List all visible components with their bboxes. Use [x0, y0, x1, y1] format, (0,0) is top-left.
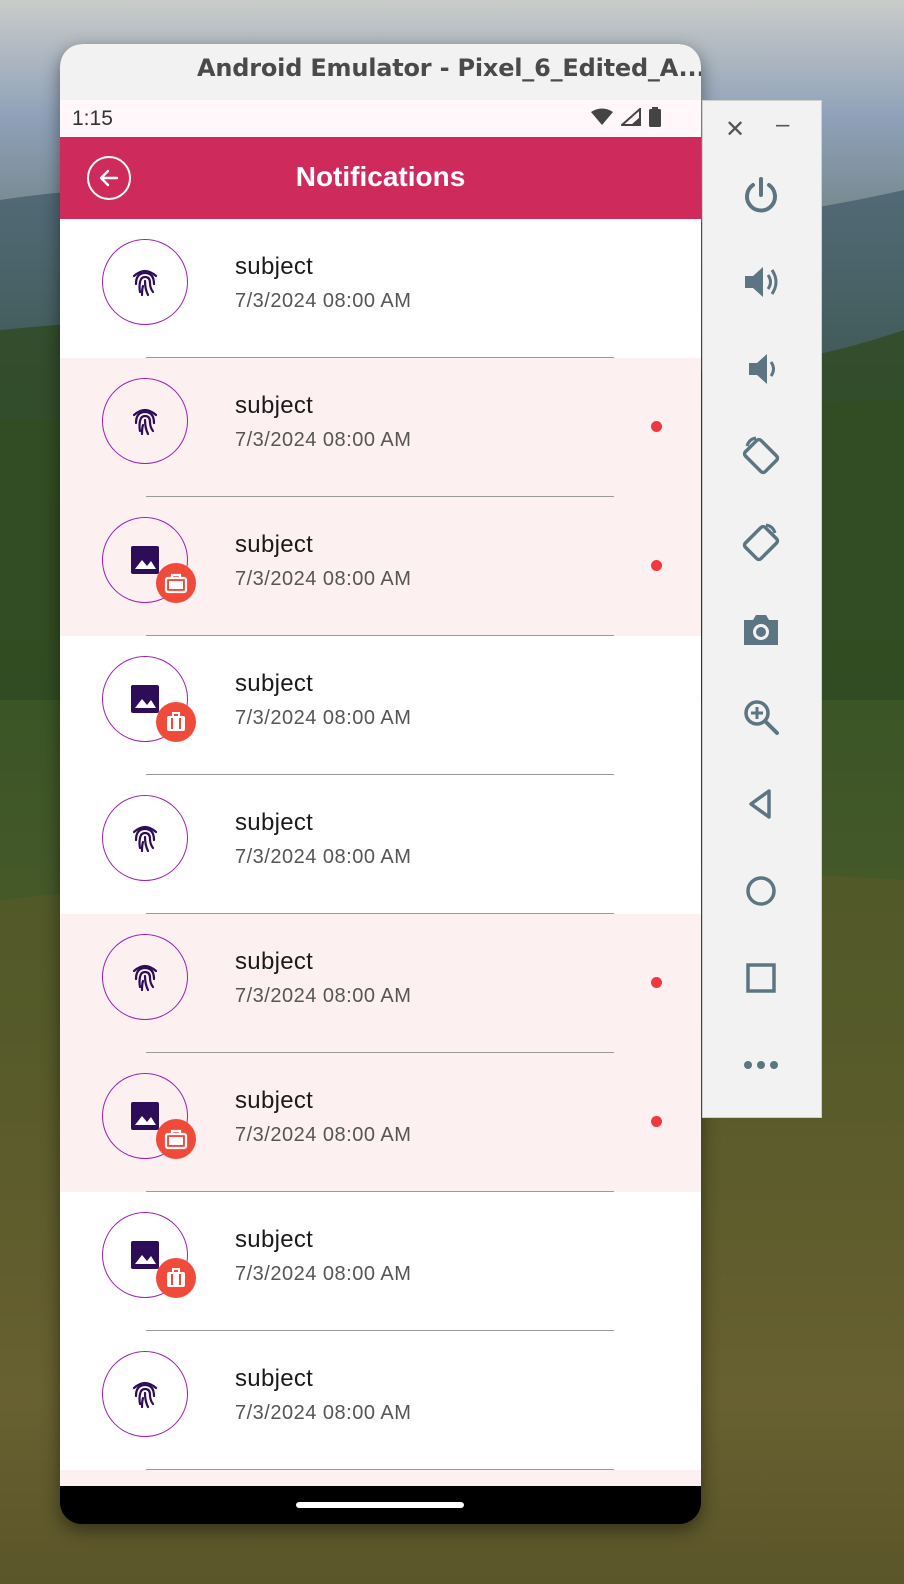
unread-dot	[651, 977, 662, 988]
back-nav-button[interactable]	[733, 776, 789, 832]
camera-icon	[744, 615, 778, 645]
zoom-icon	[744, 700, 779, 735]
unread-dot	[651, 421, 662, 432]
emulator-toolbar: ✕ –	[702, 100, 822, 1118]
status-time: 1:15	[72, 107, 113, 130]
notification-avatar	[102, 795, 188, 881]
notification-item[interactable]: subject 7/3/2024 08:00 AM	[60, 1192, 701, 1331]
image-icon	[128, 1238, 162, 1272]
device-screen: 1:15 Notifications subject 7/3/2024 08:00…	[60, 100, 701, 1486]
emulator-title: Android Emulator - Pixel_6_Edited_A...	[197, 54, 701, 82]
emulator-window: Android Emulator - Pixel_6_Edited_A... 1…	[60, 44, 701, 1524]
notification-item[interactable]: subject 7/3/2024 08:00 AM	[60, 914, 701, 1053]
notification-item[interactable]: subject 7/3/2024 08:00 AM	[60, 497, 701, 636]
signal-icon	[621, 108, 641, 126]
rotate-right-button[interactable]	[733, 515, 789, 571]
notification-date: 7/3/2024 08:00 AM	[235, 1402, 412, 1424]
status-bar: 1:15	[60, 100, 701, 137]
status-icons	[591, 107, 661, 127]
overview-nav-button[interactable]	[733, 950, 789, 1006]
rotate-right-icon	[742, 523, 780, 562]
notification-subject: subject	[235, 253, 314, 280]
fingerprint-icon	[127, 264, 163, 300]
luggage-icon	[156, 1258, 196, 1298]
luggage-icon	[156, 702, 196, 742]
unread-dot	[651, 1116, 662, 1127]
notification-subject: subject	[235, 809, 314, 836]
fingerprint-icon	[127, 403, 163, 439]
fingerprint-icon	[127, 820, 163, 856]
app-bar: Notifications	[60, 137, 701, 219]
volume-up-button[interactable]	[733, 254, 789, 310]
home-handle[interactable]	[296, 1502, 464, 1508]
notification-date: 7/3/2024 08:00 AM	[235, 568, 412, 590]
notification-subject: subject	[235, 1087, 314, 1114]
emulator-titlebar: Android Emulator - Pixel_6_Edited_A...	[60, 44, 701, 101]
zoom-button[interactable]	[733, 689, 789, 745]
notification-item[interactable]: subject 7/3/2024 08:00 AM	[60, 219, 701, 358]
wifi-icon	[591, 108, 613, 125]
screenshot-button[interactable]	[733, 602, 789, 658]
notification-item[interactable]: subject 7/3/2024 08:00 AM	[60, 636, 701, 775]
image-icon	[128, 543, 162, 577]
unread-dot	[651, 560, 662, 571]
notification-subject: subject	[235, 670, 314, 697]
notification-item[interactable]: subject 7/3/2024 08:00 AM	[60, 1331, 701, 1470]
rotate-left-icon	[742, 436, 780, 475]
notification-item[interactable]: subject 7/3/2024 08:00 AM	[60, 775, 701, 914]
more-button[interactable]	[733, 1037, 789, 1093]
power-icon	[745, 177, 777, 213]
notification-date: 7/3/2024 08:00 AM	[235, 846, 412, 868]
work-bag-icon	[156, 563, 196, 603]
notification-avatar	[102, 1351, 188, 1437]
notification-subject: subject	[235, 1365, 314, 1392]
notification-avatar	[102, 378, 188, 464]
fingerprint-icon	[127, 1376, 163, 1412]
notification-date: 7/3/2024 08:00 AM	[235, 985, 412, 1007]
notification-avatar	[102, 239, 188, 325]
volume-up-icon	[745, 267, 778, 297]
notification-date: 7/3/2024 08:00 AM	[235, 1124, 412, 1146]
close-icon[interactable]: ✕	[725, 115, 745, 144]
gesture-nav-bar	[60, 1486, 701, 1524]
notification-date: 7/3/2024 08:00 AM	[235, 429, 412, 451]
image-icon	[128, 1099, 162, 1133]
notification-item[interactable]: subject 7/3/2024 08:00 AM	[60, 1053, 701, 1192]
notification-avatar	[102, 934, 188, 1020]
home-nav-button[interactable]	[733, 863, 789, 919]
fingerprint-icon	[127, 959, 163, 995]
work-bag-icon	[156, 1119, 196, 1159]
home-icon	[746, 876, 776, 906]
back-icon	[749, 789, 771, 819]
rotate-left-button[interactable]	[733, 428, 789, 484]
notification-date: 7/3/2024 08:00 AM	[235, 707, 412, 729]
notification-subject: subject	[235, 948, 314, 975]
notification-item-partial[interactable]	[60, 1470, 701, 1486]
notification-subject: subject	[235, 1226, 314, 1253]
notification-subject: subject	[235, 392, 314, 419]
overview-icon	[746, 963, 776, 993]
page-title: Notifications	[295, 161, 466, 192]
notification-date: 7/3/2024 08:00 AM	[235, 290, 412, 312]
volume-down-button[interactable]	[733, 341, 789, 397]
notification-item[interactable]: subject 7/3/2024 08:00 AM	[60, 358, 701, 497]
notification-subject: subject	[235, 531, 314, 558]
notification-list[interactable]: subject 7/3/2024 08:00 AM subject 7/3/2024 …	[60, 219, 701, 1486]
notification-date: 7/3/2024 08:00 AM	[235, 1263, 412, 1285]
power-button[interactable]	[733, 167, 789, 223]
volume-down-icon	[749, 354, 775, 384]
image-icon	[128, 682, 162, 716]
battery-icon	[649, 107, 661, 127]
more-icon	[744, 1061, 778, 1069]
minimize-icon[interactable]: –	[776, 111, 789, 139]
